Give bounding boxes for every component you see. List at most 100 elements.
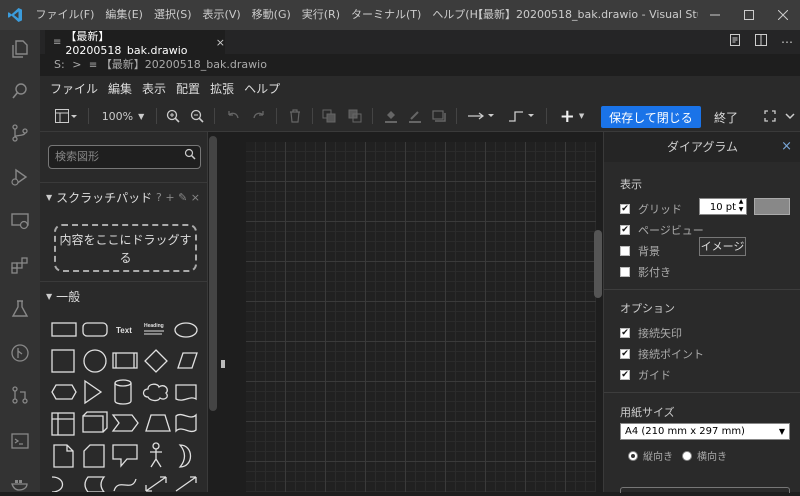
run-debug-icon[interactable] [7,164,33,190]
to-front-icon[interactable] [320,106,338,126]
split-editor-icon[interactable] [748,30,774,54]
drawio-menu-file[interactable]: ファイル [50,80,98,97]
menu-edit[interactable]: 編集(E) [100,0,149,30]
general-shapes-grid: Text Heading [51,322,198,492]
open-preview-icon[interactable] [722,30,748,54]
fill-color-icon[interactable] [382,106,400,126]
portrait-radio[interactable]: 縦向き [628,448,673,463]
scratchpad-drop-zone[interactable]: 内容をここにドラッグす る [54,224,197,272]
connection-arrows-checkbox[interactable]: ✔ 接続矢印 [620,325,682,341]
rectangle-shape [51,322,77,337]
breadcrumb-drive[interactable]: S: [54,58,65,71]
to-back-icon[interactable] [346,106,364,126]
canvas-scrollbar[interactable] [594,230,602,298]
shadow-checkbox[interactable]: 影付き [620,264,671,280]
guides-checkbox[interactable]: ✔ ガイド [620,367,671,383]
checkbox-checked-icon: ✔ [620,203,630,214]
redo-icon[interactable] [250,106,268,126]
extensions-icon[interactable] [7,252,33,278]
view-panels-icon[interactable] [52,106,80,126]
scratchpad-header[interactable]: ▼ スクラッチパッド ? + ✎ × [40,182,207,212]
menu-view[interactable]: 表示(V) [197,0,246,30]
shadow-label: 影付き [638,266,671,279]
menu-run[interactable]: 実行(R) [296,0,345,30]
zoom-in-icon[interactable] [164,106,182,126]
drawio-menu-view[interactable]: 表示 [142,80,166,97]
line-color-icon[interactable] [406,106,424,126]
internal-storage-shape [51,412,75,436]
insert-dropdown[interactable]: + ▼ [556,106,588,127]
toolbar-divider [214,108,215,124]
landscape-radio[interactable]: 横向き [682,448,727,463]
paper-size-section-label: 用紙サイズ [620,406,675,419]
connection-arrows-label: 接続矢印 [638,327,682,340]
window-close-icon[interactable] [766,0,800,30]
grid-checkbox[interactable]: ✔ グリッド [620,201,682,217]
actor-shape [152,442,160,450]
background-image-button[interactable]: イメージ [699,237,746,256]
menu-file[interactable]: ファイル(F) [30,0,100,30]
shapes-panel-scrollbar[interactable] [209,136,217,411]
search-icon[interactable] [184,146,196,168]
pull-request-icon[interactable] [7,382,33,408]
general-shapes-header[interactable]: ▼ 一般 [40,281,207,311]
waypoints-dropdown[interactable] [506,106,538,126]
drawio-menu-extras[interactable]: 拡張 [210,80,234,97]
remote-explorer-icon[interactable] [7,208,33,234]
breadcrumb-file[interactable]: 【最新】20200518_bak.drawio [101,58,267,71]
page-view-label: ページビュー [638,224,704,237]
exit-button[interactable]: 終了 [708,106,744,128]
section-divider [604,392,800,393]
tab-drawio-file[interactable]: ≡ 【最新】20200518_bak.drawio × [45,30,225,57]
search-icon[interactable] [7,78,33,104]
git-graph-icon[interactable] [7,340,33,366]
toolbar-divider [88,108,89,124]
zoom-dropdown[interactable]: 100% ▼ [98,106,148,126]
edit-data-button-edge[interactable] [620,487,790,493]
note-shape [53,444,74,468]
tab-close-icon[interactable]: × [216,36,225,49]
undo-icon[interactable] [224,106,242,126]
paper-size-select[interactable]: A4 (210 mm x 297 mm) ▼ [620,423,790,440]
panel-resize-handle[interactable] [221,360,225,368]
testing-flask-icon[interactable] [7,296,33,322]
background-label: 背景 [638,245,660,258]
drawio-menu-bar: ファイル 編集 表示 配置 拡張 ヘルプ [40,76,800,100]
maximize-icon[interactable] [732,0,766,30]
shape-search-input[interactable]: 検索図形 [48,145,201,169]
breadcrumb: S: > ≡ 【最新】20200518_bak.drawio [40,54,800,76]
grid-size-stepper-icon[interactable]: ▲ ▼ [736,198,746,215]
minimize-icon[interactable] [698,0,732,30]
fullscreen-icon[interactable] [762,106,778,126]
editor-tab-bar: ≡ 【最新】20200518_bak.drawio × ⋯ [40,30,800,57]
diagram-page-grid[interactable] [246,142,596,492]
menu-go[interactable]: 移動(G) [246,0,296,30]
delete-icon[interactable] [286,106,304,126]
connection-points-checkbox[interactable]: ✔ 接続ポイント [620,346,704,362]
grid-color-button[interactable] [754,198,790,215]
source-control-icon[interactable] [7,120,33,146]
page-view-checkbox[interactable]: ✔ ページビュー [620,222,704,238]
save-and-close-button[interactable]: 保存して閉じる [601,106,701,128]
collapse-toolbar-icon[interactable] [782,106,798,126]
menu-terminal[interactable]: ターミナル(T) [346,0,427,30]
terminal-panel-icon[interactable] [7,428,33,454]
drawio-menu-arrange[interactable]: 配置 [176,80,200,97]
more-actions-icon[interactable]: ⋯ [774,30,800,54]
tape-shape [175,413,197,433]
zoom-out-icon[interactable] [188,106,206,126]
heading-shape: Heading [144,323,164,329]
menu-selection[interactable]: 選択(S) [148,0,197,30]
drawio-menu-edit[interactable]: 編集 [108,80,132,97]
explorer-icon[interactable] [7,36,33,62]
format-panel-close-icon[interactable]: × [781,132,792,162]
background-checkbox[interactable]: 背景 [620,243,660,259]
card-shape [83,444,105,468]
connection-style-dropdown[interactable] [466,106,498,126]
drawio-menu-help[interactable]: ヘルプ [244,80,280,97]
docker-icon[interactable] [7,470,33,496]
scratchpad-actions[interactable]: ? + ✎ × [156,191,200,204]
checkbox-checked-icon: ✔ [620,224,630,235]
radio-unselected-icon [682,450,692,461]
shadow-icon[interactable] [430,106,448,126]
